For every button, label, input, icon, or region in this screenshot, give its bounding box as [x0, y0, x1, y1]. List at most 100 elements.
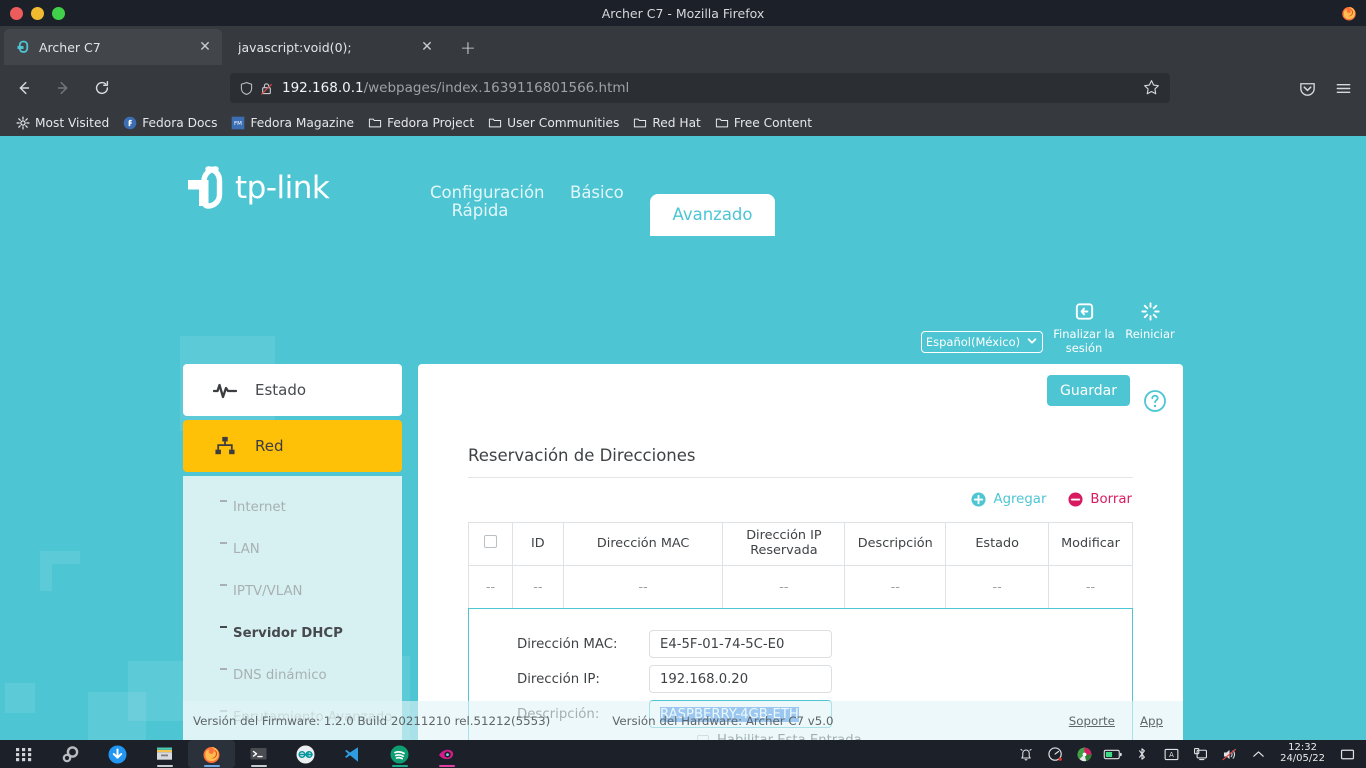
firefox-button[interactable] — [188, 740, 235, 768]
terminal-button[interactable] — [235, 740, 282, 768]
settings-button[interactable] — [47, 740, 94, 768]
url-bar[interactable]: 192.168.0.1/webpages/index.1639116801566… — [230, 73, 1170, 103]
notification-bell-icon[interactable] — [1013, 742, 1039, 766]
bookmark-red-hat[interactable]: Red Hat — [628, 114, 705, 132]
table-body: -- -- -- -- -- -- -- — [468, 565, 1133, 609]
mac-input[interactable] — [649, 630, 832, 658]
reboot-button[interactable]: Reiniciar — [1114, 299, 1186, 341]
sidebar-item-dns-dinamico[interactable]: DNS dinámico — [183, 654, 402, 696]
tplink-brand-text: tp-link — [235, 170, 330, 206]
disk-activity-icon[interactable] — [1042, 742, 1068, 766]
question-circle-icon[interactable] — [1143, 389, 1167, 413]
reload-button-icon[interactable] — [87, 73, 117, 103]
eye-of-gnome-button[interactable] — [423, 740, 470, 768]
folder-icon — [715, 116, 729, 130]
table-cell-mac: -- — [562, 565, 724, 609]
fedora-magazine-icon: FM — [231, 116, 245, 130]
battery-icon[interactable] — [1100, 742, 1126, 766]
svg-text:A: A — [1169, 751, 1174, 759]
volume-muted-icon[interactable] — [1216, 742, 1242, 766]
new-tab-button[interactable]: + — [456, 36, 480, 60]
bookmark-fedora-project[interactable]: Fedora Project — [363, 114, 479, 132]
browser-tabstrip: Archer C7 ✕ javascript:void(0); ✕ + — [0, 26, 1366, 66]
chevron-down-icon — [1026, 335, 1038, 350]
table-cell-ip: -- — [722, 565, 846, 609]
table-header-row: ID Dirección MAC Dirección IP Reservada … — [468, 522, 1133, 566]
table-header-mac: Dirección MAC — [562, 522, 724, 566]
gear-icon — [16, 116, 30, 130]
folder-icon — [488, 116, 502, 130]
table-cell-id: -- — [511, 565, 564, 609]
terminal-icon — [248, 744, 269, 765]
sidebar-item-servidor-dhcp[interactable]: Servidor DHCP — [183, 612, 402, 654]
tray-expand-icon[interactable] — [1245, 742, 1271, 766]
bookmark-user-communities[interactable]: User Communities — [483, 114, 624, 132]
browser-tab-0[interactable]: Archer C7 ✕ — [4, 29, 222, 65]
spotify-button[interactable] — [376, 740, 423, 768]
firefox-icon — [201, 744, 222, 765]
browser-tab-label: javascript:void(0); — [238, 39, 352, 55]
logout-label: Finalizar la sesión — [1053, 327, 1115, 356]
show-desktop-icon[interactable] — [1334, 742, 1360, 766]
file-manager-button[interactable] — [141, 740, 188, 768]
back-button-icon[interactable] — [9, 73, 39, 103]
taskbar-clock[interactable]: 12:32 24/05/22 — [1274, 742, 1331, 765]
bookmark-most-visited[interactable]: Most Visited — [11, 114, 114, 132]
browser-tab-1[interactable]: javascript:void(0); ✕ — [226, 29, 444, 65]
taskbar-apps — [0, 740, 470, 768]
sidebar-item-internet[interactable]: Internet — [183, 486, 402, 528]
show-applications-button[interactable] — [0, 740, 47, 768]
clock-date: 24/05/22 — [1280, 753, 1325, 764]
table-row: -- -- -- -- -- -- -- — [468, 565, 1133, 609]
bluetooth-icon[interactable] — [1129, 742, 1155, 766]
table-cell-select: -- — [468, 565, 513, 609]
download-manager-button[interactable] — [94, 740, 141, 768]
browser-tab-close-icon[interactable]: ✕ — [418, 38, 436, 56]
sidebar-item-lan[interactable]: LAN — [183, 528, 402, 570]
file-manager-icon — [154, 744, 175, 765]
bookmark-star-icon[interactable] — [1142, 78, 1162, 98]
section-divider — [468, 477, 1133, 478]
browser-tab-close-icon[interactable]: ✕ — [196, 38, 214, 56]
save-top-button[interactable]: Guardar — [1047, 375, 1130, 406]
color-palette-icon[interactable] — [1071, 742, 1097, 766]
tab-basico[interactable]: Básico — [550, 184, 640, 220]
tplink-favicon-icon — [16, 40, 31, 55]
tab-configuracion-rapida[interactable]: Configuración Rápida — [410, 176, 550, 220]
select-all-checkbox[interactable] — [483, 535, 497, 549]
bookmark-fedora-magazine[interactable]: FM Fedora Magazine — [226, 114, 359, 132]
bookmark-fedora-docs[interactable]: Fedora Docs — [118, 114, 222, 132]
bookmark-free-content[interactable]: Free Content — [710, 114, 817, 132]
keyboard-layout-icon[interactable]: A — [1158, 742, 1184, 766]
pocket-icon[interactable] — [1292, 73, 1322, 103]
browser-navbar: 192.168.0.1/webpages/index.1639116801566… — [0, 66, 1366, 110]
logout-button[interactable]: Finalizar la sesión — [1048, 299, 1120, 356]
ip-input[interactable] — [649, 665, 832, 693]
table-head: ID Dirección MAC Dirección IP Reservada … — [468, 522, 1133, 566]
forward-button-icon[interactable] — [48, 73, 78, 103]
sidebar-item-estado[interactable]: Estado — [183, 364, 402, 416]
spotify-icon — [389, 744, 410, 765]
hamburger-menu-icon[interactable] — [1328, 73, 1358, 103]
table-header-ip: Dirección IP Reservada — [722, 522, 846, 566]
settings-gear-icon — [60, 744, 81, 765]
delete-entry-button[interactable]: Borrar — [1068, 492, 1132, 507]
table-cell-modificar: -- — [1048, 565, 1133, 609]
tplink-logo-icon — [183, 166, 233, 210]
add-entry-button[interactable]: Agregar — [971, 492, 1046, 507]
pulse-icon — [213, 379, 237, 401]
plus-circle-icon — [971, 492, 986, 507]
lock-crossed-icon[interactable] — [258, 80, 275, 97]
vscode-button[interactable] — [329, 740, 376, 768]
reboot-label: Reiniciar — [1125, 327, 1175, 341]
decorative-shape — [5, 683, 35, 713]
arduino-ide-button[interactable] — [282, 740, 329, 768]
support-link[interactable]: Soporte — [1069, 714, 1115, 728]
sidebar-item-iptv-vlan[interactable]: IPTV/VLAN — [183, 570, 402, 612]
network-icon — [213, 435, 237, 457]
sidebar-item-red[interactable]: Red — [183, 420, 402, 472]
tab-avanzado[interactable]: Avanzado — [650, 194, 775, 237]
app-link[interactable]: App — [1140, 714, 1163, 728]
display-icon[interactable] — [1187, 742, 1213, 766]
language-select[interactable]: Español(México) — [921, 331, 1043, 353]
